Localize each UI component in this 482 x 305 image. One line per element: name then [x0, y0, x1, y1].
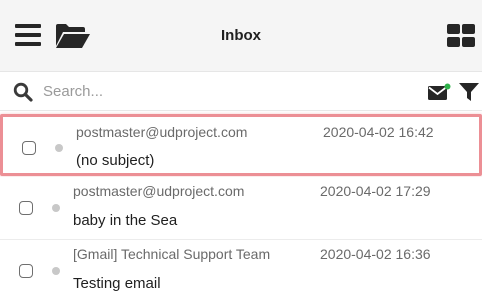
grid-tile: [462, 24, 475, 34]
message-date: 2020-04-02 16:42: [323, 124, 434, 140]
message-row[interactable]: postmaster@udproject.com 2020-04-02 17:2…: [0, 177, 482, 240]
grid-view-icon[interactable]: [447, 24, 477, 48]
unread-indicator-icon: [55, 144, 63, 152]
grid-tile: [447, 24, 460, 34]
message-checkbox[interactable]: [22, 141, 36, 155]
message-checkbox[interactable]: [19, 264, 33, 278]
message-subject: Testing email: [73, 275, 161, 292]
message-sender: postmaster@udproject.com: [73, 183, 245, 199]
grid-tile: [447, 37, 460, 47]
message-sender: [Gmail] Technical Support Team: [73, 246, 271, 262]
search-input[interactable]: [43, 80, 403, 102]
search-bar: [0, 72, 482, 111]
message-subject: (no subject): [76, 152, 155, 169]
message-sender: postmaster@udproject.com: [76, 124, 248, 140]
message-date: 2020-04-02 16:36: [320, 246, 431, 262]
page-title: Inbox: [221, 27, 261, 44]
mail-unread-icon[interactable]: [427, 83, 451, 101]
message-date: 2020-04-02 17:29: [320, 183, 431, 199]
app-header: Inbox: [0, 0, 482, 72]
filter-icon[interactable]: [458, 82, 480, 102]
unread-indicator-icon: [52, 204, 60, 212]
unread-indicator-icon: [52, 267, 60, 275]
message-checkbox[interactable]: [19, 201, 33, 215]
message-row[interactable]: postmaster@udproject.com 2020-04-02 16:4…: [0, 114, 482, 176]
new-mail-badge: [444, 83, 451, 90]
message-row[interactable]: [Gmail] Technical Support Team 2020-04-0…: [0, 240, 482, 302]
message-subject: baby in the Sea: [73, 212, 178, 229]
mail-app: Inbox postmaster@udproject.com 2020-: [0, 0, 482, 305]
search-icon: [13, 82, 33, 102]
grid-tile: [462, 37, 475, 47]
